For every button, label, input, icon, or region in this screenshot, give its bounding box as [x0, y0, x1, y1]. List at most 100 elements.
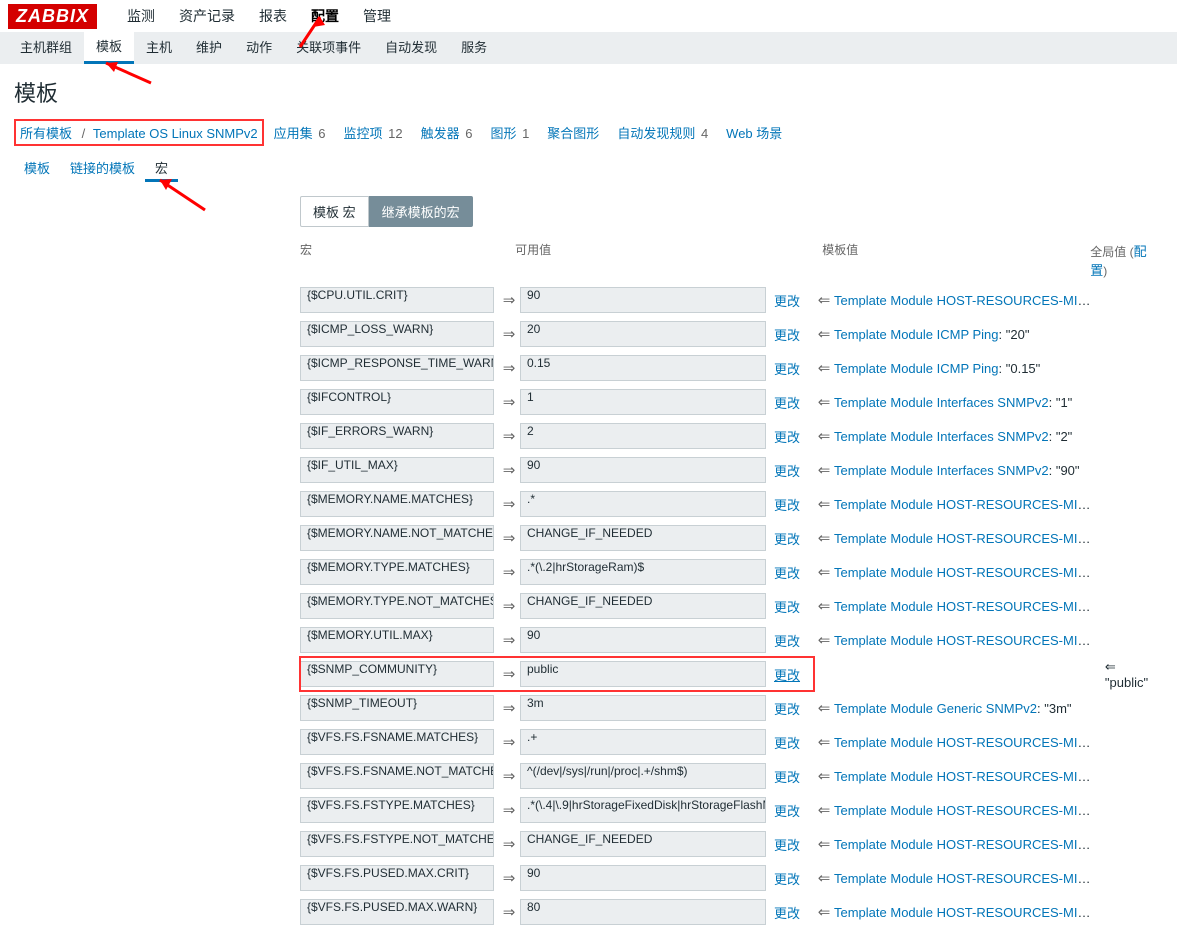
- template-link[interactable]: Template Module HOST-RESOURCES-MIB ...: [834, 599, 1094, 614]
- change-link[interactable]: 更改: [774, 532, 800, 547]
- template-link[interactable]: Template Module HOST-RESOURCES-MIB ...: [834, 837, 1094, 852]
- template-link[interactable]: Template Module HOST-RESOURCES-MIB ...: [834, 803, 1094, 818]
- breadcrumb-all-templates[interactable]: 所有模板: [20, 126, 72, 141]
- sub-menu-item[interactable]: 服务: [449, 32, 499, 64]
- template-link[interactable]: Template Module HOST-RESOURCES-MIB ...: [834, 905, 1094, 920]
- top-menu-item[interactable]: 报表: [247, 0, 299, 32]
- breadcrumb-item[interactable]: 触发器 6: [421, 126, 473, 141]
- config-tab[interactable]: 宏: [145, 154, 178, 182]
- breadcrumb-item[interactable]: 图形 1: [490, 126, 529, 141]
- top-menu-item[interactable]: 管理: [351, 0, 403, 32]
- macro-value-input[interactable]: CHANGE_IF_NEEDED: [520, 831, 766, 857]
- template-link[interactable]: Template Module HOST-RESOURCES-MIB ...: [834, 633, 1094, 648]
- macro-value-input[interactable]: 1: [520, 389, 766, 415]
- macro-name-input[interactable]: {$ICMP_RESPONSE_TIME_WARN}: [300, 355, 494, 381]
- macro-value-input[interactable]: 90: [520, 457, 766, 483]
- change-link[interactable]: 更改: [774, 736, 800, 751]
- change-link[interactable]: 更改: [774, 906, 800, 921]
- change-link[interactable]: 更改: [774, 430, 800, 445]
- macro-name-input[interactable]: {$MEMORY.NAME.NOT_MATCHES}: [300, 525, 494, 551]
- config-tab[interactable]: 链接的模板: [60, 154, 145, 182]
- macro-name-input[interactable]: {$IF_UTIL_MAX}: [300, 457, 494, 483]
- change-link[interactable]: 更改: [774, 838, 800, 853]
- breadcrumb-item[interactable]: 自动发现规则 4: [617, 126, 708, 141]
- macro-value-input[interactable]: public: [520, 661, 766, 687]
- macro-value-input[interactable]: ^(/dev|/sys|/run|/proc|.+/shm$): [520, 763, 766, 789]
- macro-value-input[interactable]: 90: [520, 287, 766, 313]
- template-link[interactable]: Template Module HOST-RESOURCES-MIB ...: [834, 565, 1094, 580]
- config-tab[interactable]: 模板: [14, 154, 60, 182]
- change-link[interactable]: 更改: [774, 634, 800, 649]
- macro-value-input[interactable]: 2: [520, 423, 766, 449]
- template-link[interactable]: Template Module ICMP Ping: [834, 361, 999, 376]
- template-link[interactable]: Template Module Interfaces SNMPv2: [834, 463, 1049, 478]
- macro-value-input[interactable]: 3m: [520, 695, 766, 721]
- change-link[interactable]: 更改: [774, 600, 800, 615]
- macro-value-input[interactable]: .*(\.4|\.9|hrStorageFixedDisk|hrStorageF…: [520, 797, 766, 823]
- top-menu-item[interactable]: 资产记录: [167, 0, 247, 32]
- toggle-template-macros[interactable]: 模板 宏: [300, 196, 369, 227]
- macro-value-input[interactable]: 90: [520, 627, 766, 653]
- sub-menu-item[interactable]: 动作: [234, 32, 284, 64]
- macro-name-input[interactable]: {$MEMORY.TYPE.MATCHES}: [300, 559, 494, 585]
- change-link[interactable]: 更改: [774, 702, 800, 717]
- sub-menu-item[interactable]: 维护: [184, 32, 234, 64]
- top-menu-item[interactable]: 监测: [115, 0, 167, 32]
- macro-value-input[interactable]: CHANGE_IF_NEEDED: [520, 525, 766, 551]
- macro-name-input[interactable]: {$MEMORY.NAME.MATCHES}: [300, 491, 494, 517]
- macro-name-input[interactable]: {$SNMP_COMMUNITY}: [300, 661, 494, 687]
- change-link[interactable]: 更改: [774, 328, 800, 343]
- change-link[interactable]: 更改: [774, 668, 800, 683]
- breadcrumb-template-name[interactable]: Template OS Linux SNMPv2: [93, 126, 258, 141]
- breadcrumb-item[interactable]: 应用集 6: [274, 126, 326, 141]
- breadcrumb-item[interactable]: 聚合图形: [547, 126, 599, 141]
- macro-name-input[interactable]: {$VFS.FS.FSNAME.NOT_MATCHES}: [300, 763, 494, 789]
- macro-name-input[interactable]: {$VFS.FS.PUSED.MAX.WARN}: [300, 899, 494, 925]
- macro-name-input[interactable]: {$VFS.FS.FSTYPE.NOT_MATCHES}: [300, 831, 494, 857]
- macro-value-input[interactable]: 90: [520, 865, 766, 891]
- macro-name-input[interactable]: {$VFS.FS.PUSED.MAX.CRIT}: [300, 865, 494, 891]
- change-link[interactable]: 更改: [774, 464, 800, 479]
- change-link[interactable]: 更改: [774, 294, 800, 309]
- change-link[interactable]: 更改: [774, 362, 800, 377]
- toggle-inherited-macros[interactable]: 继承模板的宏: [369, 196, 473, 227]
- macro-name-input[interactable]: {$VFS.FS.FSNAME.MATCHES}: [300, 729, 494, 755]
- macro-name-input[interactable]: {$VFS.FS.FSTYPE.MATCHES}: [300, 797, 494, 823]
- template-link[interactable]: Template Module HOST-RESOURCES-MIB ...: [834, 735, 1094, 750]
- template-link[interactable]: Template Module Generic SNMPv2: [834, 701, 1037, 716]
- macro-name-input[interactable]: {$MEMORY.UTIL.MAX}: [300, 627, 494, 653]
- macro-name-input[interactable]: {$IF_ERRORS_WARN}: [300, 423, 494, 449]
- macro-name-input[interactable]: {$ICMP_LOSS_WARN}: [300, 321, 494, 347]
- macro-value-input[interactable]: CHANGE_IF_NEEDED: [520, 593, 766, 619]
- template-link[interactable]: Template Module HOST-RESOURCES-MIB ...: [834, 293, 1094, 308]
- sub-menu-item[interactable]: 自动发现: [373, 32, 449, 64]
- macro-value-input[interactable]: 20: [520, 321, 766, 347]
- sub-menu-item[interactable]: 主机: [134, 32, 184, 64]
- change-link[interactable]: 更改: [774, 804, 800, 819]
- sub-menu-item[interactable]: 主机群组: [8, 32, 84, 64]
- macro-value-input[interactable]: .*(\.2|hrStorageRam)$: [520, 559, 766, 585]
- change-link[interactable]: 更改: [774, 770, 800, 785]
- change-link[interactable]: 更改: [774, 566, 800, 581]
- change-link[interactable]: 更改: [774, 396, 800, 411]
- top-menu-item[interactable]: 配置: [299, 0, 351, 32]
- macro-name-input[interactable]: {$CPU.UTIL.CRIT}: [300, 287, 494, 313]
- sub-menu-item[interactable]: 关联项事件: [284, 32, 373, 64]
- template-link[interactable]: Template Module Interfaces SNMPv2: [834, 395, 1049, 410]
- breadcrumb-item[interactable]: Web 场景: [726, 126, 782, 141]
- macro-name-input[interactable]: {$MEMORY.TYPE.NOT_MATCHES}: [300, 593, 494, 619]
- macro-name-input[interactable]: {$SNMP_TIMEOUT}: [300, 695, 494, 721]
- template-link[interactable]: Template Module HOST-RESOURCES-MIB ...: [834, 497, 1094, 512]
- template-link[interactable]: Template Module Interfaces SNMPv2: [834, 429, 1049, 444]
- template-link[interactable]: Template Module HOST-RESOURCES-MIB ...: [834, 769, 1094, 784]
- template-link[interactable]: Template Module HOST-RESOURCES-MIB ...: [834, 871, 1094, 886]
- macro-value-input[interactable]: .*: [520, 491, 766, 517]
- change-link[interactable]: 更改: [774, 498, 800, 513]
- macro-value-input[interactable]: 80: [520, 899, 766, 925]
- change-link[interactable]: 更改: [774, 872, 800, 887]
- template-link[interactable]: Template Module ICMP Ping: [834, 327, 999, 342]
- macro-value-input[interactable]: 0.15: [520, 355, 766, 381]
- breadcrumb-item[interactable]: 监控项 12: [343, 126, 402, 141]
- macro-value-input[interactable]: .+: [520, 729, 766, 755]
- macro-name-input[interactable]: {$IFCONTROL}: [300, 389, 494, 415]
